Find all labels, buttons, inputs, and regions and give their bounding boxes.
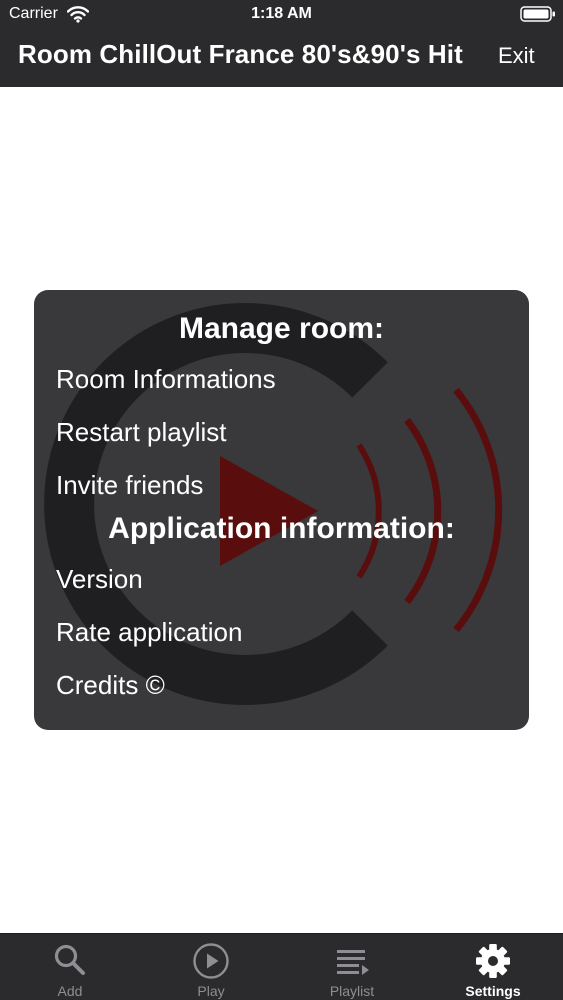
search-icon: [54, 944, 85, 975]
clock: 1:18 AM: [251, 5, 312, 22]
credits-item[interactable]: Credits ©: [56, 670, 165, 701]
room-informations-item[interactable]: Room Informations: [56, 364, 276, 395]
exit-button[interactable]: Exit: [498, 43, 535, 69]
manage-room-heading: Manage room:: [178, 312, 385, 345]
battery-icon: [520, 6, 555, 22]
restart-playlist-item[interactable]: Restart playlist: [56, 417, 227, 448]
top-bar: Carrier 1:18 AM Room ChillOut France 80'…: [0, 0, 563, 87]
tab-add-label: Add: [57, 983, 83, 999]
navigation-bar: Room ChillOut France 80's&90's Hit Exit: [0, 28, 563, 87]
gear-icon: [476, 944, 510, 978]
tab-settings[interactable]: Settings: [423, 934, 563, 1000]
play-circle-icon: [193, 943, 229, 979]
rate-application-item[interactable]: Rate application: [56, 617, 242, 648]
tab-play[interactable]: Play: [141, 934, 281, 1000]
tab-playlist[interactable]: Playlist: [282, 934, 422, 1000]
version-item[interactable]: Version: [56, 564, 143, 595]
tab-bar: Add Play Playlist Settings: [0, 933, 563, 1000]
settings-menu: Manage room: Room Informations Restart p…: [34, 290, 529, 730]
tab-playlist-label: Playlist: [329, 983, 375, 999]
tab-add[interactable]: Add: [0, 934, 140, 1000]
application-information-heading: Application information:: [108, 512, 455, 545]
tab-play-label: Play: [197, 983, 225, 999]
status-bar: Carrier 1:18 AM: [0, 0, 563, 28]
invite-friends-item[interactable]: Invite friends: [56, 470, 203, 501]
settings-panel: Manage room: Room Informations Restart p…: [34, 290, 529, 730]
tab-settings-label: Settings: [465, 983, 521, 999]
playlist-icon: [337, 950, 369, 975]
room-title: Room ChillOut France 80's&90's Hit: [18, 39, 463, 69]
